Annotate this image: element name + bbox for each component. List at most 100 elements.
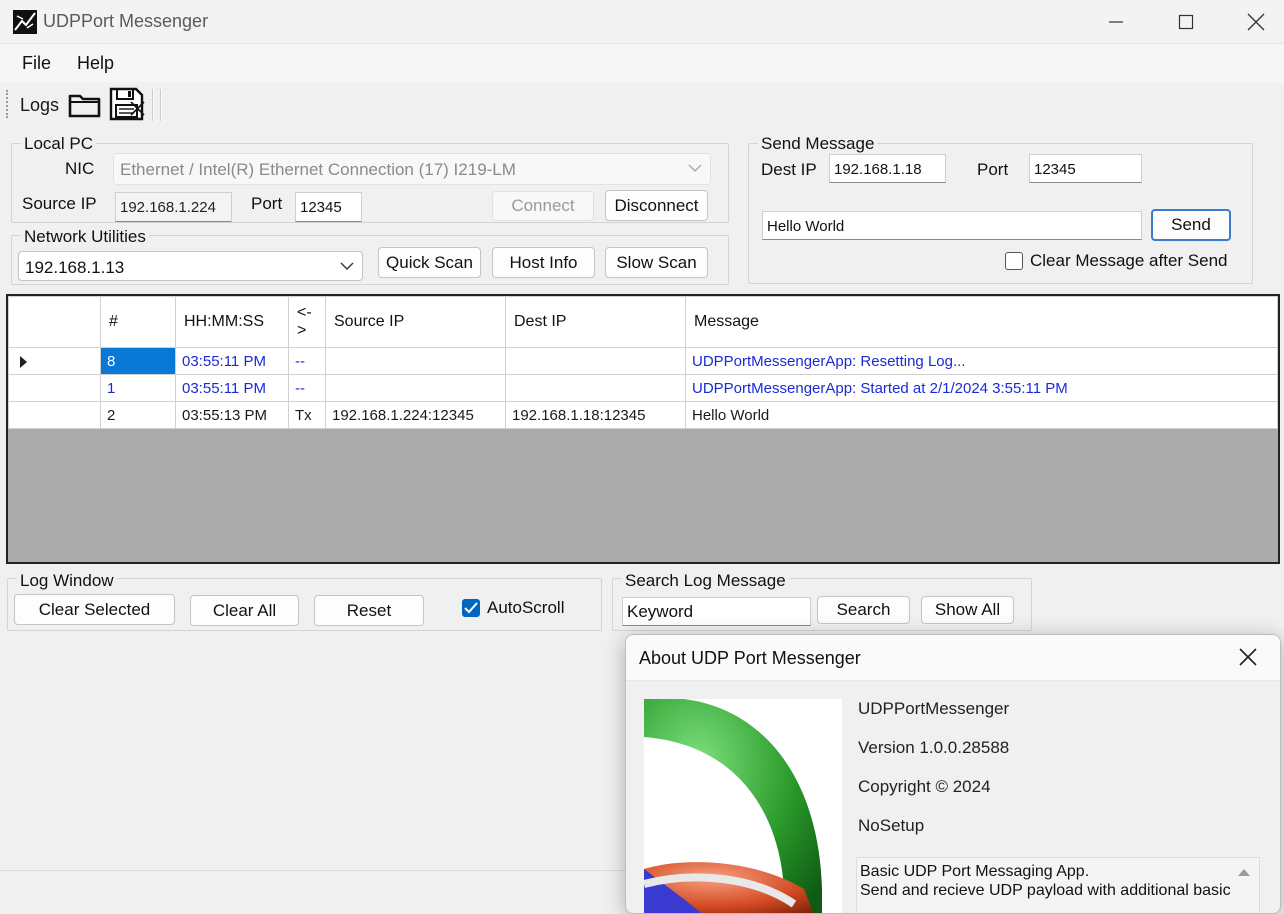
table-row[interactable]: 8 03:55:11 PM -- UDPPortMessengerApp: Re…	[8, 347, 1278, 375]
cell-num[interactable]: 1	[100, 374, 176, 402]
about-dialog[interactable]: About UDP Port Messenger UDPPortMessenge…	[625, 634, 1281, 914]
local-pc-title: Local PC	[21, 134, 96, 154]
autoscroll-checkbox[interactable]	[462, 599, 480, 617]
show-all-button[interactable]: Show All	[921, 596, 1014, 624]
maximize-button[interactable]	[1151, 0, 1221, 44]
search-log-title: Search Log Message	[622, 571, 789, 591]
close-icon	[1239, 648, 1257, 666]
toolbar-logs-label: Logs	[20, 95, 60, 115]
toolbar-separator	[152, 89, 154, 121]
slow-scan-button[interactable]: Slow Scan	[605, 247, 708, 278]
cell-message[interactable]: UDPPortMessengerApp: Resetting Log...	[685, 347, 1278, 375]
checkmark-icon	[464, 602, 478, 614]
send-message-title: Send Message	[758, 134, 878, 154]
column-header-direction[interactable]: <->	[288, 296, 326, 348]
row-header-corner	[8, 296, 101, 348]
nic-select[interactable]: Ethernet / Intel(R) Ethernet Connection …	[113, 153, 711, 185]
clear-selected-button[interactable]: Clear Selected	[14, 594, 175, 625]
menu-file[interactable]: File	[22, 53, 51, 74]
save-log-button[interactable]	[108, 86, 146, 122]
clear-after-send-label[interactable]: Clear Message after Send	[1030, 251, 1228, 271]
search-keyword-field[interactable]: Keyword	[622, 597, 811, 626]
source-ip-field[interactable]: 192.168.1.224	[115, 192, 232, 222]
toolbar-separator	[160, 89, 162, 121]
cell-num[interactable]: 2	[100, 401, 176, 429]
log-window-title: Log Window	[17, 571, 117, 591]
cell-time[interactable]: 03:55:13 PM	[175, 401, 289, 429]
disconnect-button[interactable]: Disconnect	[605, 190, 708, 221]
search-button[interactable]: Search	[817, 596, 910, 624]
column-header-source-ip[interactable]: Source IP	[325, 296, 506, 348]
cell-source-ip[interactable]	[325, 347, 506, 375]
connect-button[interactable]: Connect	[492, 191, 594, 221]
clear-all-button[interactable]: Clear All	[190, 595, 299, 626]
row-header[interactable]	[8, 401, 101, 429]
about-title: About UDP Port Messenger	[639, 648, 861, 668]
quick-scan-button[interactable]: Quick Scan	[378, 247, 481, 278]
menu-help[interactable]: Help	[77, 53, 114, 74]
cell-time[interactable]: 03:55:11 PM	[175, 374, 289, 402]
about-description[interactable]: Basic UDP Port Messaging App. Send and r…	[856, 857, 1260, 913]
host-info-button[interactable]: Host Info	[492, 247, 595, 278]
nic-value: Ethernet / Intel(R) Ethernet Connection …	[120, 160, 516, 179]
network-ip-value: 192.168.1.13	[25, 258, 125, 277]
reset-button[interactable]: Reset	[314, 595, 424, 626]
cell-direction[interactable]: --	[288, 347, 326, 375]
dest-ip-field[interactable]: 192.168.1.18	[829, 154, 946, 183]
about-logo	[644, 699, 842, 913]
local-port-field[interactable]: 12345	[295, 192, 362, 222]
cell-message[interactable]: Hello World	[685, 401, 1278, 429]
column-header-time[interactable]: HH:MM:SS	[175, 296, 289, 348]
cell-dest-ip[interactable]	[505, 374, 686, 402]
column-header-num[interactable]: #	[100, 296, 176, 348]
cell-time[interactable]: 03:55:11 PM	[175, 347, 289, 375]
cell-dest-ip[interactable]: 192.168.1.18:12345	[505, 401, 686, 429]
column-header-message[interactable]: Message	[685, 296, 1278, 348]
folder-open-icon	[68, 94, 101, 118]
network-ip-select[interactable]: 192.168.1.13	[18, 251, 363, 281]
dest-port-field[interactable]: 12345	[1029, 154, 1142, 183]
status-strip-divider	[0, 870, 625, 871]
table-row[interactable]: 2 03:55:13 PM Tx 192.168.1.224:12345 192…	[8, 401, 1278, 429]
local-port-label: Port	[251, 194, 283, 213]
open-log-button[interactable]	[68, 90, 102, 120]
window-title: UDPPort Messenger	[43, 11, 209, 31]
minimize-button[interactable]	[1081, 0, 1151, 44]
close-icon	[1247, 13, 1265, 31]
scroll-up-icon[interactable]	[1237, 867, 1251, 877]
nic-label: NIC	[65, 159, 95, 178]
network-utilities-title: Network Utilities	[21, 227, 149, 247]
log-grid[interactable]: # HH:MM:SS <-> Source IP Dest IP Message…	[6, 294, 1280, 564]
cell-direction[interactable]: --	[288, 374, 326, 402]
cell-message[interactable]: UDPPortMessengerApp: Started at 2/1/2024…	[685, 374, 1278, 402]
cell-source-ip[interactable]: 192.168.1.224:12345	[325, 401, 506, 429]
send-button[interactable]: Send	[1151, 209, 1231, 241]
message-field[interactable]: Hello World	[762, 211, 1142, 240]
toolbar-grip[interactable]	[6, 90, 9, 118]
source-ip-label: Source IP	[22, 194, 97, 213]
menu-bar	[0, 44, 1284, 82]
cell-dest-ip[interactable]	[505, 347, 686, 375]
autoscroll-label[interactable]: AutoScroll	[487, 598, 564, 618]
about-close-button[interactable]	[1238, 647, 1274, 671]
log-header-row: # HH:MM:SS <-> Source IP Dest IP Message	[8, 296, 1278, 348]
row-header[interactable]	[8, 347, 101, 375]
clear-after-send-checkbox[interactable]	[1005, 252, 1023, 270]
about-version: Version 1.0.0.28588	[858, 738, 1010, 757]
app-logo-image	[644, 699, 822, 913]
log-table: # HH:MM:SS <-> Source IP Dest IP Message…	[8, 296, 1278, 429]
table-row[interactable]: 1 03:55:11 PM -- UDPPortMessengerApp: St…	[8, 374, 1278, 402]
current-row-arrow-icon	[20, 356, 27, 368]
close-button[interactable]	[1221, 0, 1284, 44]
cell-source-ip[interactable]	[325, 374, 506, 402]
dest-ip-label: Dest IP	[761, 160, 817, 179]
row-header[interactable]	[8, 374, 101, 402]
cell-direction[interactable]: Tx	[288, 401, 326, 429]
maximize-icon	[1178, 14, 1194, 30]
about-product-name: UDPPortMessenger	[858, 699, 1010, 718]
cell-num[interactable]: 8	[100, 347, 176, 375]
column-header-dest-ip[interactable]: Dest IP	[505, 296, 686, 348]
dest-port-label: Port	[977, 160, 1009, 179]
about-copyright: Copyright © 2024	[858, 777, 991, 796]
save-icon	[109, 87, 145, 121]
